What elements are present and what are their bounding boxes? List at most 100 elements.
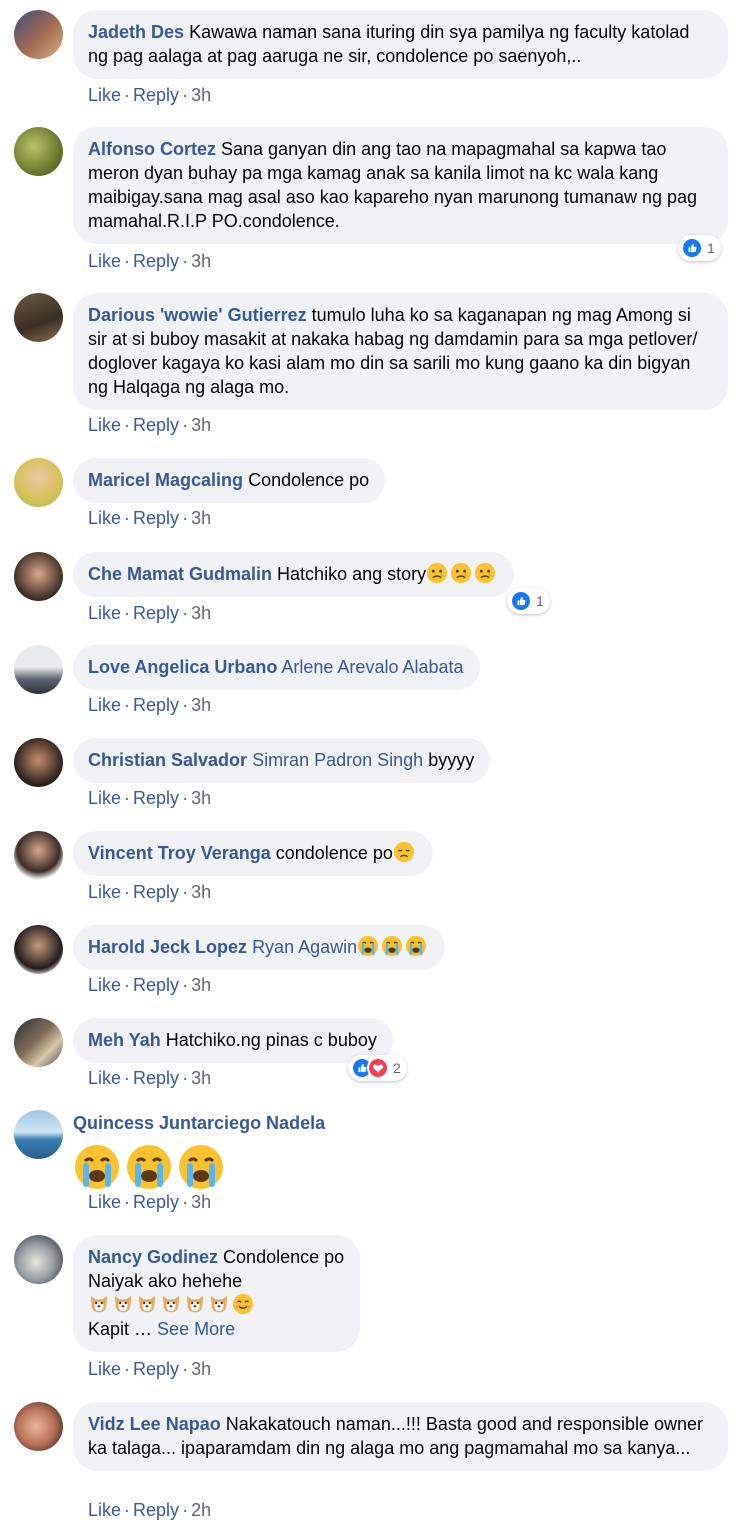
crying-emoji	[381, 935, 403, 957]
like-link[interactable]: Like	[88, 508, 121, 529]
dog-face-emoji	[208, 1293, 230, 1315]
timestamp[interactable]: 2h	[191, 1500, 211, 1521]
reply-link[interactable]: Reply	[133, 1500, 179, 1521]
tagged-user[interactable]: Arlene Arevalo Alabata	[281, 657, 463, 677]
reply-link[interactable]: Reply	[133, 695, 179, 716]
see-more-link[interactable]: See More	[157, 1319, 235, 1339]
like-link[interactable]: Like	[88, 251, 121, 272]
comment-bubble: Vidz Lee Napao Nakakatouch naman...!!! B…	[73, 1402, 728, 1471]
reaction-summary[interactable]: 1	[507, 588, 550, 614]
timestamp[interactable]: 3h	[191, 695, 211, 716]
like-link[interactable]: Like	[88, 788, 121, 809]
separator: ·	[182, 1192, 189, 1212]
comment-actions: Like · Reply · 3h	[88, 1359, 211, 1380]
avatar[interactable]	[14, 645, 63, 694]
timestamp[interactable]: 3h	[191, 1068, 211, 1089]
timestamp[interactable]: 3h	[191, 1359, 211, 1380]
sad-tear-emoji	[474, 562, 496, 584]
like-link[interactable]: Like	[88, 975, 121, 996]
reply-link[interactable]: Reply	[133, 85, 179, 106]
timestamp[interactable]: 3h	[191, 85, 211, 106]
commenter-name[interactable]: Love Angelica Urbano	[88, 657, 277, 677]
commenter-name[interactable]: Maricel Magcaling	[88, 470, 243, 490]
like-link[interactable]: Like	[88, 1192, 121, 1213]
like-link[interactable]: Like	[88, 1500, 121, 1521]
reply-link[interactable]: Reply	[133, 251, 179, 272]
tagged-user[interactable]: Ryan Agawin	[252, 937, 357, 957]
like-link[interactable]: Like	[88, 695, 121, 716]
timestamp[interactable]: 3h	[191, 415, 211, 436]
comment-actions: Like · Reply · 3h	[88, 251, 211, 272]
commenter-name[interactable]: Alfonso Cortez	[88, 139, 216, 159]
timestamp[interactable]: 3h	[191, 788, 211, 809]
crying-emoji	[405, 935, 427, 957]
reply-link[interactable]: Reply	[133, 975, 179, 996]
commenter-name[interactable]: Jadeth Des	[88, 22, 184, 42]
like-link[interactable]: Like	[88, 415, 121, 436]
commenter-name[interactable]: Darious 'wowie' Gutierrez	[88, 305, 307, 325]
comment-text-line: Naiyak ako hehehe	[88, 1271, 243, 1291]
dog-face-emoji	[184, 1293, 206, 1315]
disappointed-emoji	[393, 841, 415, 863]
crying-emoji	[357, 935, 379, 957]
reaction-summary[interactable]: 1	[678, 235, 721, 261]
tagged-user[interactable]: Simran Padron Singh	[252, 750, 423, 770]
like-link[interactable]: Like	[88, 603, 121, 624]
avatar[interactable]	[14, 1235, 63, 1284]
reply-link[interactable]: Reply	[133, 603, 179, 624]
reply-link[interactable]: Reply	[133, 882, 179, 903]
timestamp[interactable]: 3h	[191, 975, 211, 996]
commenter-name[interactable]: Meh Yah	[88, 1030, 161, 1050]
comment-bubble: Alfonso Cortez Sana ganyan din ang tao n…	[73, 127, 728, 244]
reply-link[interactable]: Reply	[133, 788, 179, 809]
separator: ·	[182, 251, 189, 271]
comment-actions: Like · Reply · 3h	[88, 695, 211, 716]
separator: ·	[182, 603, 189, 623]
avatar[interactable]	[14, 1402, 63, 1451]
timestamp[interactable]: 3h	[191, 251, 211, 272]
avatar[interactable]	[14, 925, 63, 974]
like-link[interactable]: Like	[88, 85, 121, 106]
commenter-name[interactable]: Harold Jeck Lopez	[88, 937, 247, 957]
crying-emoji	[73, 1143, 121, 1191]
separator: ·	[182, 508, 189, 528]
separator: ·	[182, 788, 189, 808]
like-link[interactable]: Like	[88, 1068, 121, 1089]
commenter-name[interactable]: Che Mamat Gudmalin	[88, 564, 272, 584]
reply-link[interactable]: Reply	[133, 1192, 179, 1213]
timestamp[interactable]: 3h	[191, 1192, 211, 1213]
avatar[interactable]	[14, 1110, 63, 1159]
avatar[interactable]	[14, 458, 63, 507]
commenter-name[interactable]: Vincent Troy Veranga	[88, 843, 271, 863]
separator: ·	[124, 1192, 131, 1212]
comment-text: Hatchiko.ng pinas c buboy	[165, 1030, 377, 1050]
reply-link[interactable]: Reply	[133, 508, 179, 529]
reaction-summary[interactable]: 2	[348, 1055, 407, 1081]
separator: ·	[124, 1500, 131, 1520]
avatar[interactable]	[14, 738, 63, 787]
avatar[interactable]	[14, 293, 63, 342]
commenter-name[interactable]: Vidz Lee Napao	[88, 1414, 221, 1434]
commenter-name[interactable]: Quincess Juntarciego Nadela	[73, 1113, 325, 1133]
timestamp[interactable]: 3h	[191, 603, 211, 624]
like-link[interactable]: Like	[88, 882, 121, 903]
commenter-name[interactable]: Christian Salvador	[88, 750, 247, 770]
avatar[interactable]	[14, 1018, 63, 1067]
reply-link[interactable]: Reply	[133, 1068, 179, 1089]
avatar[interactable]	[14, 831, 63, 880]
comment-bubble: Christian Salvador Simran Padron Singh b…	[73, 738, 491, 783]
reply-link[interactable]: Reply	[133, 415, 179, 436]
commenter-name[interactable]: Nancy Godinez	[88, 1247, 218, 1267]
timestamp[interactable]: 3h	[191, 508, 211, 529]
comment-bubble: Meh Yah Hatchiko.ng pinas c buboy	[73, 1018, 393, 1063]
comment-bubble: Love Angelica Urbano Arlene Arevalo Alab…	[73, 645, 480, 690]
like-link[interactable]: Like	[88, 1359, 121, 1380]
timestamp[interactable]: 3h	[191, 882, 211, 903]
reply-link[interactable]: Reply	[133, 1359, 179, 1380]
separator: ·	[182, 1500, 189, 1520]
avatar[interactable]	[14, 10, 63, 59]
avatar[interactable]	[14, 552, 63, 601]
comment-text-line: Kapit …	[88, 1319, 153, 1339]
avatar[interactable]	[14, 127, 63, 176]
separator: ·	[124, 415, 131, 435]
